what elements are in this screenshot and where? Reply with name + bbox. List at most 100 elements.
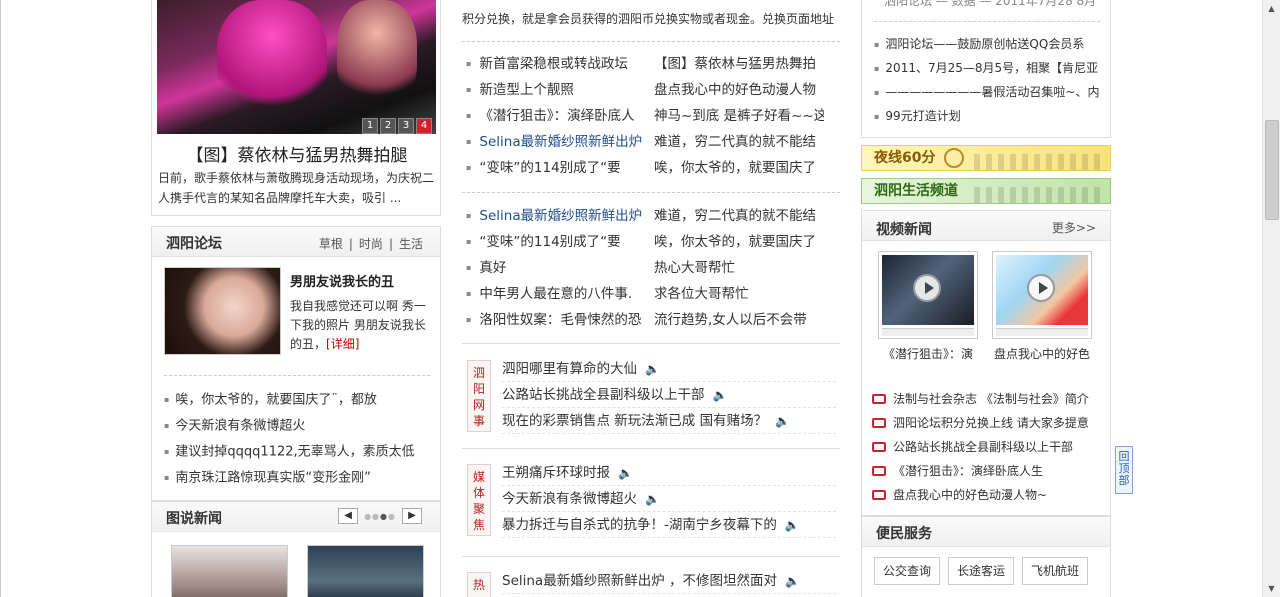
table-row: Selina最新婚纱照新鲜出炉难道，穷二代真的就不能结 [462, 203, 840, 229]
forum-panel-links: 草根 | 时尚 | 生活 [318, 237, 423, 251]
headline-link[interactable]: 盘点我心中的好色动漫人物 [654, 77, 824, 103]
headline-link[interactable]: 《潜行狙击》：演绎卧底人 [462, 103, 654, 129]
list-item[interactable]: 公路站长挑战全县副科级以上干部 🔈 [502, 382, 836, 408]
scroll-down-arrow-icon[interactable]: ▼ [1263, 580, 1280, 597]
speaker-icon[interactable]: 🔈 [618, 460, 633, 485]
headline-link[interactable]: 唉，你太爷的，就要国庆了 [654, 155, 824, 181]
video-caption-2[interactable]: 盘点我心中的好色 [989, 345, 1095, 362]
picture-news-thumb-1[interactable] [171, 545, 288, 597]
speaker-icon[interactable]: 🔈 [645, 356, 660, 381]
list-item[interactable]: 现在的彩票销售点 新玩法渐已成 国有赌场？ 🔈 [502, 408, 836, 434]
focus-page-4[interactable]: 4 [416, 118, 432, 134]
list-item[interactable]: Selina最新婚纱照新鲜出炉 ，不修图坦然面对 🔈 [502, 568, 836, 594]
headline-link[interactable]: 求各位大哥帮忙 [654, 281, 824, 307]
table-row: “变味”的114别成了“要唉，你太爷的，就要国庆了 [462, 155, 840, 181]
list-item[interactable]: 《潜行狙击》：演绎卧底人生 [872, 459, 1104, 483]
video-news-more-link[interactable]: 更多>> [1052, 219, 1096, 236]
list-item[interactable]: 盘点我心中的好色动漫人物~ [872, 483, 1104, 507]
forum-announcements: 泗阳论坛 — 数据 — 2011年7月28 8月 泗阳论坛——鼓励原创帖送QQ会… [861, 0, 1111, 138]
headline-link[interactable]: 真好 [462, 255, 654, 281]
headline-link[interactable]: “变味”的114别成了“要 [462, 229, 654, 255]
forum-link-fashion[interactable]: 时尚 [359, 237, 383, 251]
list-item[interactable]: 泗阳论坛积分兑换上线 请大家多提意 [872, 411, 1104, 435]
list-item[interactable]: 公路站长挑战全县副科级以上干部 [872, 435, 1104, 459]
back-to-top-button[interactable]: 回顶部 [1115, 446, 1133, 494]
forum-link-life[interactable]: 生活 [399, 237, 423, 251]
mid-divider [462, 448, 840, 449]
table-row: 中年男人最在意的八件事.求各位大哥帮忙 [462, 281, 840, 307]
headline-link[interactable]: 新造型上个靓照 [462, 77, 654, 103]
list-item[interactable]: 暴力拆迁与自杀式的抗争！-湖南宁乡夜幕下的 🔈 [502, 512, 836, 538]
play-icon[interactable] [1027, 274, 1055, 302]
list-item[interactable]: 泗阳论坛——鼓励原创帖送QQ会员系 [874, 32, 1100, 56]
focus-image[interactable]: 1 2 3 4 [157, 0, 436, 134]
list-item[interactable]: 唉，你太爷的，就要国庆了¨，都放 [164, 387, 434, 413]
speaker-icon[interactable]: 🔈 [775, 408, 790, 433]
list-item[interactable]: 建议封掉qqqq1122,无辜骂人，素质太低 [164, 439, 434, 465]
headline-link[interactable]: 神马~到底 是裤子好看~~这 [654, 103, 824, 129]
headline-link[interactable]: “变味”的114别成了“要 [462, 155, 654, 181]
video-thumb-1[interactable] [878, 251, 978, 339]
list-item[interactable]: ————————暑假活动召集啦~、内 [874, 80, 1100, 104]
headline-link[interactable]: Selina最新婚纱照新鲜出炉 [462, 129, 654, 155]
points-exchange-note: 积分兑换，就是拿会员获得的泗阳币兑换实物或者现金。兑换页面地址 [462, 12, 835, 26]
forum-feature-title[interactable]: 男朋友说我长的丑 [290, 271, 394, 290]
list-item[interactable]: 法制与社会杂志 《法制与社会》简介 [872, 387, 1104, 411]
section-tag: 热 [467, 572, 491, 597]
list-item[interactable]: 99元打造计划 [874, 104, 1100, 128]
section-sihong-affairs: 泗阳网事 泗阳哪里有算命的大仙 🔈 公路站长挑战全县副科级以上干部 🔈 现在的彩票销… [462, 356, 840, 436]
table-row: Selina最新婚纱照新鲜出炉难道，穷二代真的就不能结 [462, 129, 840, 155]
focus-page-2[interactable]: 2 [380, 118, 396, 134]
focus-page-1[interactable]: 1 [362, 118, 378, 134]
prev-button[interactable]: ◀ [338, 508, 359, 524]
forum-link-grassroots[interactable]: 草根 [319, 237, 343, 251]
coach-button[interactable]: 长途客运 [948, 557, 1015, 585]
forum-panel-title[interactable]: 泗阳论坛 [166, 233, 222, 253]
video-caption-1[interactable]: 《潜行狙击》：演 [875, 345, 981, 362]
speaker-icon[interactable]: 🔈 [645, 486, 660, 511]
headline-link[interactable]: 难道，穷二代真的就不能结 [654, 129, 824, 155]
picture-news-header: 图说新闻 ◀ ●●●● ▶ [152, 502, 440, 532]
night-60-banner[interactable]: 夜线60分 [861, 145, 1111, 171]
headline-link[interactable]: 热心大哥帮忙 [654, 255, 824, 281]
forum-feature-more-link[interactable]: [详细] [326, 337, 359, 351]
list-item[interactable]: 今天新浪有条微博超火 [164, 413, 434, 439]
headline-link[interactable]: 唉，你太爷的，就要国庆了 [654, 229, 824, 255]
forum-panel-header: 泗阳论坛 草根 | 时尚 | 生活 [152, 227, 440, 257]
video-icon [872, 441, 886, 452]
list-item[interactable]: 2011、7月25—8月5号，相聚【肯尼亚 [874, 56, 1100, 80]
list-item[interactable]: 泗阳哪里有算命的大仙 🔈 [502, 356, 836, 382]
video-thumb-2[interactable] [992, 251, 1092, 339]
play-icon[interactable] [913, 274, 941, 302]
forum-post-list: 唉，你太爷的，就要国庆了¨，都放 今天新浪有条微博超火 建议封掉qqqq1122… [164, 387, 434, 491]
headline-link[interactable]: Selina最新婚纱照新鲜出炉 [462, 203, 654, 229]
mid-divider [462, 41, 840, 42]
headline-link[interactable]: 洛阳性奴案：毛骨悚然的恐 [462, 307, 654, 333]
forum-feature-image[interactable] [164, 267, 281, 355]
video-progress-bar [996, 328, 1088, 336]
headline-link[interactable]: 【图】蔡依林与猛男热舞拍 [654, 51, 824, 77]
speaker-icon[interactable]: 🔈 [713, 382, 728, 407]
headline-link[interactable]: 流行趋势,女人以后不会带 [654, 307, 824, 333]
list-item[interactable]: 南京珠江路惊现真实版“变形金刚” [164, 465, 434, 491]
list-item[interactable]: 王朔痛斥环球时报 🔈 [502, 460, 836, 486]
focus-title-link[interactable]: 【图】蔡依林与猛男热舞拍腿 [152, 141, 442, 166]
life-channel-banner[interactable]: 泗阳生活频道 [861, 178, 1111, 204]
headline-link[interactable]: 中年男人最在意的八件事. [462, 281, 654, 307]
focus-page-3[interactable]: 3 [398, 118, 414, 134]
speaker-icon[interactable]: 🔈 [785, 568, 800, 593]
services-title: 便民服务 [876, 526, 932, 542]
list-item[interactable]: 今天新浪有条微博超火 🔈 [502, 486, 836, 512]
picture-news-panel: 图说新闻 ◀ ●●●● ▶ [151, 501, 441, 597]
headline-link[interactable]: 难道，穷二代真的就不能结 [654, 203, 824, 229]
headline-link[interactable]: 新首富梁稳根或转战政坛 [462, 51, 654, 77]
picture-news-thumb-2[interactable] [307, 545, 424, 597]
scrollbar-thumb[interactable] [1265, 120, 1279, 220]
bus-query-button[interactable]: 公交查询 [874, 557, 941, 585]
announcement-cut-line[interactable]: 泗阳论坛 — 数据 — 2011年7月28 8月 [884, 0, 1096, 9]
scroll-up-arrow-icon[interactable]: ▲ [1263, 0, 1280, 17]
flight-button[interactable]: 飞机航班 [1022, 557, 1089, 585]
speaker-icon[interactable]: 🔈 [785, 512, 800, 537]
next-button[interactable]: ▶ [402, 508, 422, 524]
vertical-scrollbar[interactable]: ▲ ▼ [1262, 0, 1280, 597]
